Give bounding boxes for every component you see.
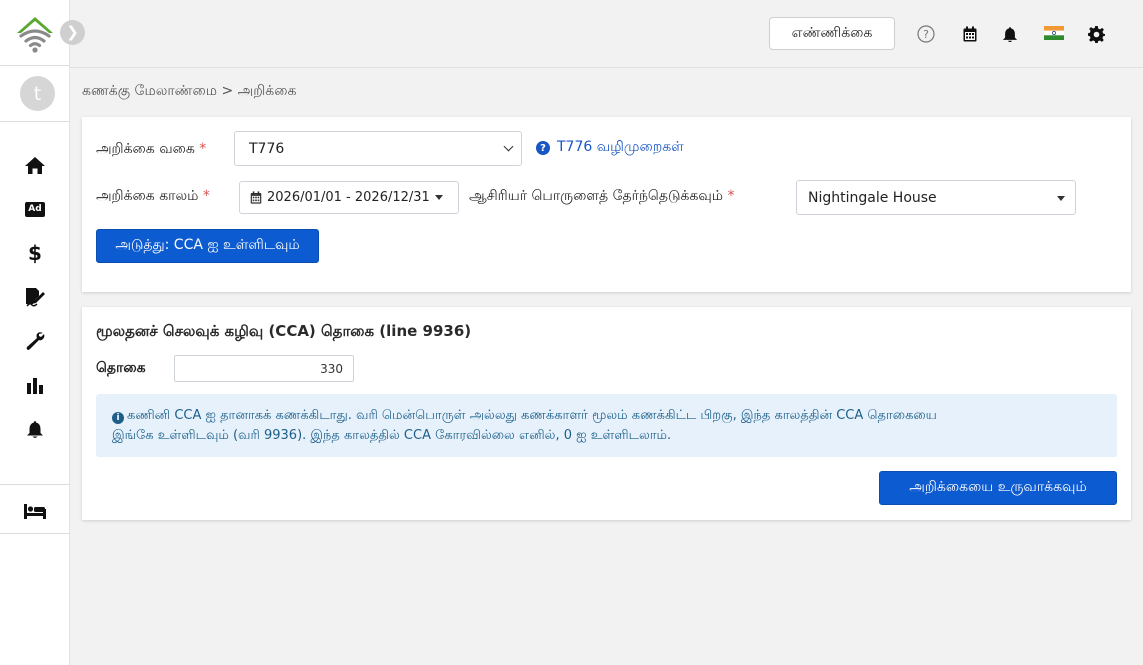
settings-button[interactable] [1086,24,1106,44]
info-line-1: i கணினி CCA ஐ தானாகக் கணக்கிடாது. வரி மென… [112,406,1103,426]
next-enter-cca-button[interactable]: அடுத்து: CCA ஐ உள்ளிடவும் [96,229,319,263]
question-circle-icon: ? [917,25,935,43]
cca-amount-input[interactable]: 330 [174,355,354,382]
cca-section-title: மூலதனச் செலவுக் கழிவு (CCA) தொகை (line 9… [96,322,472,340]
amount-label: தொகை [96,360,146,376]
avatar[interactable]: t [20,76,55,111]
home-icon [25,156,45,174]
sidebar-divider [0,65,70,66]
sidebar-item-ads[interactable]: Ad [0,191,70,227]
signature-icon [26,288,45,307]
guide-link-label: T776 வழிமுறைகள் [557,139,684,155]
calendar-button[interactable] [960,24,980,44]
sidebar-item-notifications[interactable] [0,411,70,447]
bell-icon [1002,26,1018,42]
calendar-icon [963,26,977,42]
bell-icon [27,420,43,438]
report-type-select[interactable]: T776 [234,131,522,166]
report-period-picker[interactable]: 2026/01/01 - 2026/12/31 [239,181,459,214]
report-form-panel: அறிக்கை வகை * T776 ? T776 வழிமுறைகள் அறி… [82,117,1131,292]
sidebar: t Ad $ [0,0,70,665]
report-type-label: அறிக்கை வகை * [96,141,207,157]
cca-amount-value: 330 [320,361,343,376]
sidebar-divider [0,484,70,485]
avatar-letter: t [33,82,42,105]
caret-down-icon [434,195,443,200]
cca-panel: மூலதனச் செலவுக் கழிவு (CCA) தொகை (line 9… [82,307,1131,520]
caret-down-icon [1057,196,1065,201]
sidebar-divider [0,533,70,534]
bar-chart-icon [27,377,43,394]
chevron-down-icon [503,141,514,152]
gear-icon [1087,25,1105,43]
info-line-2: இங்கே உள்ளிடவும் (வரி 9936). இந்த காலத்த… [112,428,672,443]
help-button[interactable]: ? [916,24,936,44]
report-type-value: T776 [249,140,285,157]
collapse-sidebar-button[interactable]: ❯ [60,20,85,45]
sidebar-item-home[interactable] [0,147,70,183]
generate-report-button[interactable]: அறிக்கையை உருவாக்கவும் [879,471,1117,505]
info-icon: i [112,412,124,424]
sidebar-divider [0,121,70,122]
property-select[interactable]: Nightingale House [796,180,1076,215]
sidebar-item-finance[interactable]: $ [0,235,70,271]
sidebar-item-maintenance[interactable] [0,323,70,359]
bed-icon [24,504,46,519]
language-button[interactable] [1043,25,1065,41]
guide-link[interactable]: ? T776 வழிமுறைகள் [536,139,684,157]
wrench-icon [26,332,45,350]
cca-info-alert: i கணினி CCA ஐ தானாகக் கணக்கிடாது. வரி மென… [96,394,1117,457]
dollar-icon: $ [28,241,42,265]
sidebar-item-rooms[interactable] [0,493,70,529]
count-button[interactable]: எண்ணிக்கை [769,17,895,50]
sidebar-item-reports[interactable] [0,367,70,403]
india-flag-icon [1044,26,1064,40]
ad-icon: Ad [25,201,45,217]
report-period-value: 2026/01/01 - 2026/12/31 [267,190,430,205]
question-circle-icon: ? [536,141,550,155]
calendar-icon [250,191,262,204]
breadcrumb: கணக்கு மேலாண்மை > அறிக்கை [82,83,297,99]
notifications-button[interactable] [1000,24,1020,44]
sidebar-item-contracts[interactable] [0,279,70,315]
property-value: Nightingale House [808,189,937,206]
top-bar: எண்ணிக்கை ? [70,0,1143,68]
chevron-right-icon: ❯ [66,23,79,41]
app-logo[interactable] [14,14,56,54]
property-label: ஆசிரியர் பொருளைத் தேர்ந்தெடுக்கவும் * [469,188,735,204]
ad-icon-label: Ad [28,204,42,214]
report-period-label: அறிக்கை காலம் * [96,188,210,204]
svg-text:?: ? [923,28,929,41]
